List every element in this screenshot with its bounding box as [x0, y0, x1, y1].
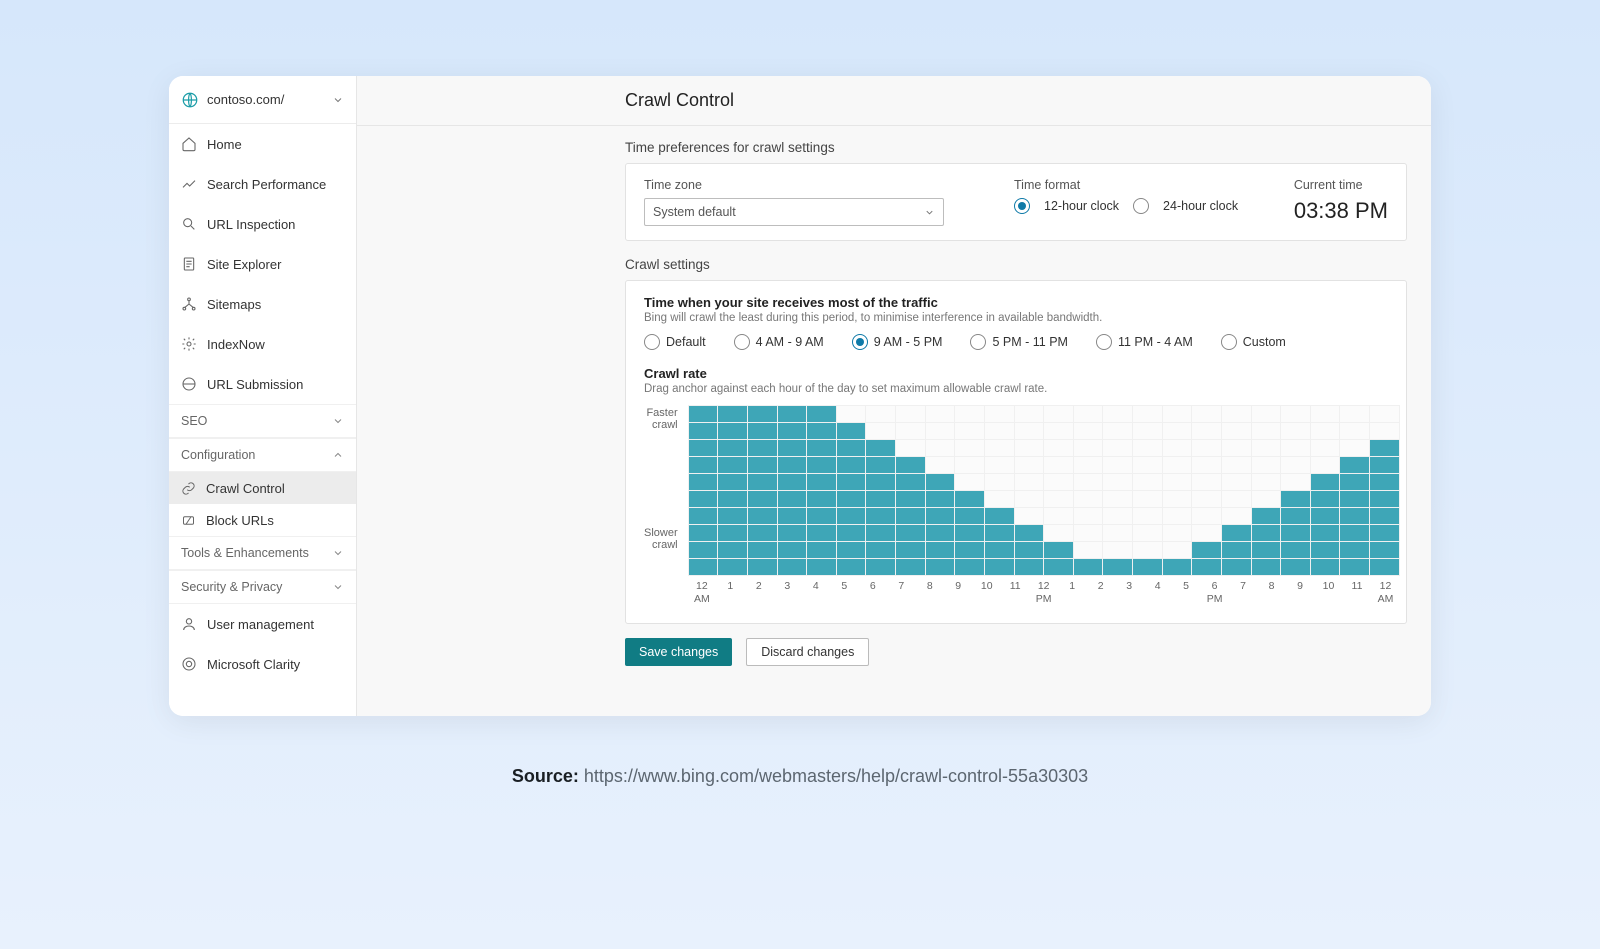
nav-crawl-control[interactable]: Crawl Control	[169, 472, 356, 504]
group-label: Tools & Enhancements	[181, 546, 309, 560]
chevron-down-icon	[332, 415, 344, 427]
nav-user-management[interactable]: User management	[169, 604, 356, 644]
time-zone-label: Time zone	[644, 178, 944, 192]
nav-site-explorer[interactable]: Site Explorer	[169, 244, 356, 284]
block-icon	[181, 513, 196, 528]
discard-button[interactable]: Discard changes	[746, 638, 869, 666]
page-title: Crawl Control	[625, 90, 1407, 111]
crawl-settings-heading: Crawl settings	[625, 257, 1407, 272]
slot-custom[interactable]: Custom	[1221, 334, 1286, 350]
nav-label: Block URLs	[206, 513, 274, 528]
user-icon	[181, 616, 197, 632]
traffic-heading: Time when your site receives most of the…	[644, 295, 1388, 310]
traffic-slot-row: Default 4 AM - 9 AM 9 AM - 5 PM 5 PM - 1…	[644, 334, 1388, 350]
current-time-value: 03:38 PM	[1294, 198, 1388, 224]
time-format-24h-radio[interactable]	[1133, 198, 1149, 214]
site-domain: contoso.com/	[207, 92, 284, 107]
nav-url-inspection[interactable]: URL Inspection	[169, 204, 356, 244]
group-label: Configuration	[181, 448, 255, 462]
time-zone-value: System default	[653, 205, 736, 219]
sitemap-icon	[181, 296, 197, 312]
nav-label: IndexNow	[207, 337, 265, 352]
group-label: Security & Privacy	[181, 580, 282, 594]
nav-clarity[interactable]: Microsoft Clarity	[169, 644, 356, 684]
source-caption: Source: https://www.bing.com/webmasters/…	[512, 766, 1088, 787]
nav-label: Site Explorer	[207, 257, 281, 272]
crawl-settings-card: Time when your site receives most of the…	[625, 280, 1407, 624]
time-format-12h-radio[interactable]	[1014, 198, 1030, 214]
chart-y-labels: Faster crawl Slower crawl	[644, 405, 678, 565]
slot-4am-9am[interactable]: 4 AM - 9 AM	[734, 334, 824, 350]
app-window: contoso.com/ Home Search Performance URL…	[169, 76, 1431, 716]
chevron-down-icon	[332, 94, 344, 106]
time-format-12h-label: 12-hour clock	[1044, 199, 1119, 213]
nav-group-configuration[interactable]: Configuration	[169, 438, 356, 472]
nav-label: User management	[207, 617, 314, 632]
nav-sitemaps[interactable]: Sitemaps	[169, 284, 356, 324]
sidebar: contoso.com/ Home Search Performance URL…	[169, 76, 357, 716]
nav-url-submission[interactable]: URL Submission	[169, 364, 356, 404]
nav-group-seo[interactable]: SEO	[169, 404, 356, 438]
slot-9am-5pm[interactable]: 9 AM - 5 PM	[852, 334, 943, 350]
chart-x-labels: 12AM123456789101112PM123456PM789101112AM	[688, 580, 1400, 605]
nav-search-performance[interactable]: Search Performance	[169, 164, 356, 204]
slot-11pm-4am[interactable]: 11 PM - 4 AM	[1096, 334, 1193, 350]
slot-5pm-11pm[interactable]: 5 PM - 11 PM	[970, 334, 1067, 350]
link-icon	[181, 481, 196, 496]
document-icon	[181, 256, 197, 272]
time-format-24h-label: 24-hour clock	[1163, 199, 1238, 213]
globe-icon	[181, 376, 197, 392]
site-selector[interactable]: contoso.com/	[169, 76, 356, 124]
current-time-label: Current time	[1294, 178, 1388, 192]
crawl-rate-hint: Drag anchor against each hour of the day…	[644, 383, 1388, 395]
group-label: SEO	[181, 414, 207, 428]
slot-default[interactable]: Default	[644, 334, 706, 350]
home-icon	[181, 136, 197, 152]
time-prefs-card: Time zone System default Time format 12-…	[625, 163, 1407, 241]
nav-label: Search Performance	[207, 177, 326, 192]
nav-group-tools[interactable]: Tools & Enhancements	[169, 536, 356, 570]
trend-icon	[181, 176, 197, 192]
chevron-down-icon	[924, 207, 935, 218]
chevron-down-icon	[332, 547, 344, 559]
nav-label: Sitemaps	[207, 297, 261, 312]
save-button[interactable]: Save changes	[625, 638, 732, 666]
nav-block-urls[interactable]: Block URLs	[169, 504, 356, 536]
nav-group-security[interactable]: Security & Privacy	[169, 570, 356, 604]
chevron-up-icon	[332, 449, 344, 461]
nav-home[interactable]: Home	[169, 124, 356, 164]
crawl-rate-heading: Crawl rate	[644, 366, 1388, 381]
nav-label: Microsoft Clarity	[207, 657, 300, 672]
main-panel: Crawl Control Time preferences for crawl…	[357, 76, 1431, 716]
divider	[357, 125, 1431, 126]
chart-grid[interactable]	[688, 405, 1400, 576]
search-icon	[181, 216, 197, 232]
nav-label: Crawl Control	[206, 481, 285, 496]
nav-label: Home	[207, 137, 242, 152]
crawl-rate-chart[interactable]: Faster crawl Slower crawl 12AM1234567891…	[644, 405, 1388, 605]
clarity-icon	[181, 656, 197, 672]
chevron-down-icon	[332, 581, 344, 593]
time-format-label: Time format	[1014, 178, 1238, 192]
gear-icon	[181, 336, 197, 352]
traffic-hint: Bing will crawl the least during this pe…	[644, 312, 1388, 324]
time-prefs-heading: Time preferences for crawl settings	[625, 140, 1407, 155]
nav-indexnow[interactable]: IndexNow	[169, 324, 356, 364]
time-zone-select[interactable]: System default	[644, 198, 944, 226]
globe-icon	[181, 91, 199, 109]
nav-label: URL Submission	[207, 377, 303, 392]
nav-label: URL Inspection	[207, 217, 295, 232]
